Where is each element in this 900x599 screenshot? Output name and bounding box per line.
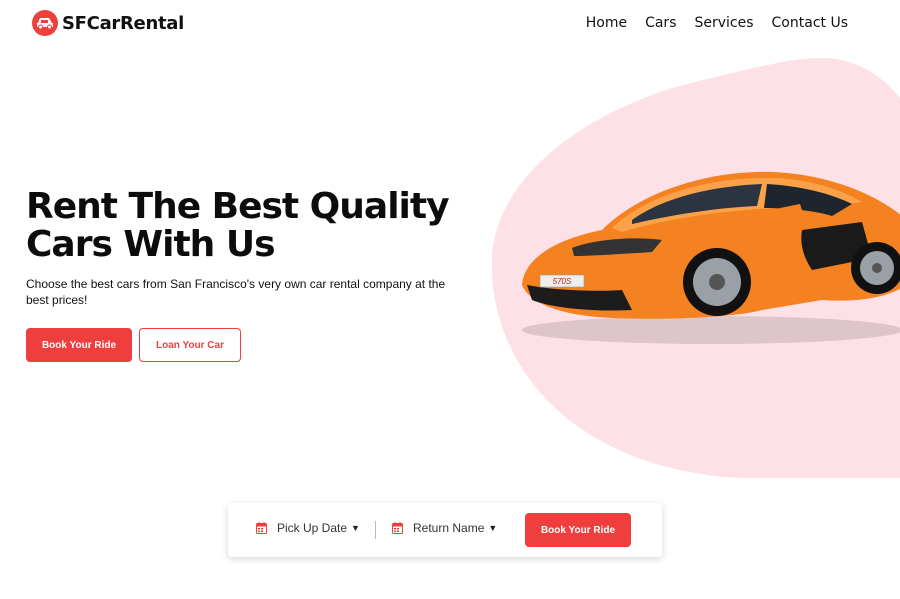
caret-down-icon: ▼ xyxy=(488,523,498,533)
caret-down-icon: ▼ xyxy=(351,523,360,533)
nav-home-link[interactable]: Home xyxy=(586,15,627,31)
nav-cars-link[interactable]: Cars xyxy=(645,15,676,31)
main-menu: Home Cars Services Contact Us xyxy=(568,15,848,31)
return-name-label: Return Name xyxy=(413,521,485,535)
pickup-date-dropdown[interactable]: Pick Up Date ▼ xyxy=(256,521,360,535)
calendar-icon xyxy=(256,522,267,534)
booking-bar: Pick Up Date ▼ Return Name ▼ Book Your R… xyxy=(228,503,662,557)
orange-sports-car-image: 570S xyxy=(522,171,900,344)
pickup-date-label: Pick Up Date xyxy=(277,521,348,535)
nav-contact-link[interactable]: Contact Us xyxy=(772,15,848,31)
nav-services-link[interactable]: Services xyxy=(694,15,753,31)
brand-name: SFCarRental xyxy=(62,12,184,34)
calendar-icon xyxy=(392,522,403,534)
hero-subtitle: Choose the best cars from San Francisco'… xyxy=(26,277,446,307)
hero-title-line-1: Rent The Best Quality xyxy=(26,186,450,227)
loan-your-car-button[interactable]: Loan Your Car xyxy=(139,328,241,362)
return-date-dropdown[interactable]: Return Name ▼ xyxy=(392,521,497,535)
top-navbar: SFCarRental Home Cars Services Contact U… xyxy=(0,0,900,50)
field-divider xyxy=(375,521,376,539)
svg-text:570S: 570S xyxy=(553,277,572,286)
brand-logo[interactable]: SFCarRental xyxy=(32,10,184,36)
booking-submit-button[interactable]: Book Your Ride xyxy=(525,513,631,547)
hero-title-line-2: Cars With Us xyxy=(26,224,276,265)
hero-title: Rent The Best Quality Cars With Us xyxy=(26,188,466,264)
car-logo-icon xyxy=(32,10,58,36)
book-your-ride-button[interactable]: Book Your Ride xyxy=(26,328,132,362)
